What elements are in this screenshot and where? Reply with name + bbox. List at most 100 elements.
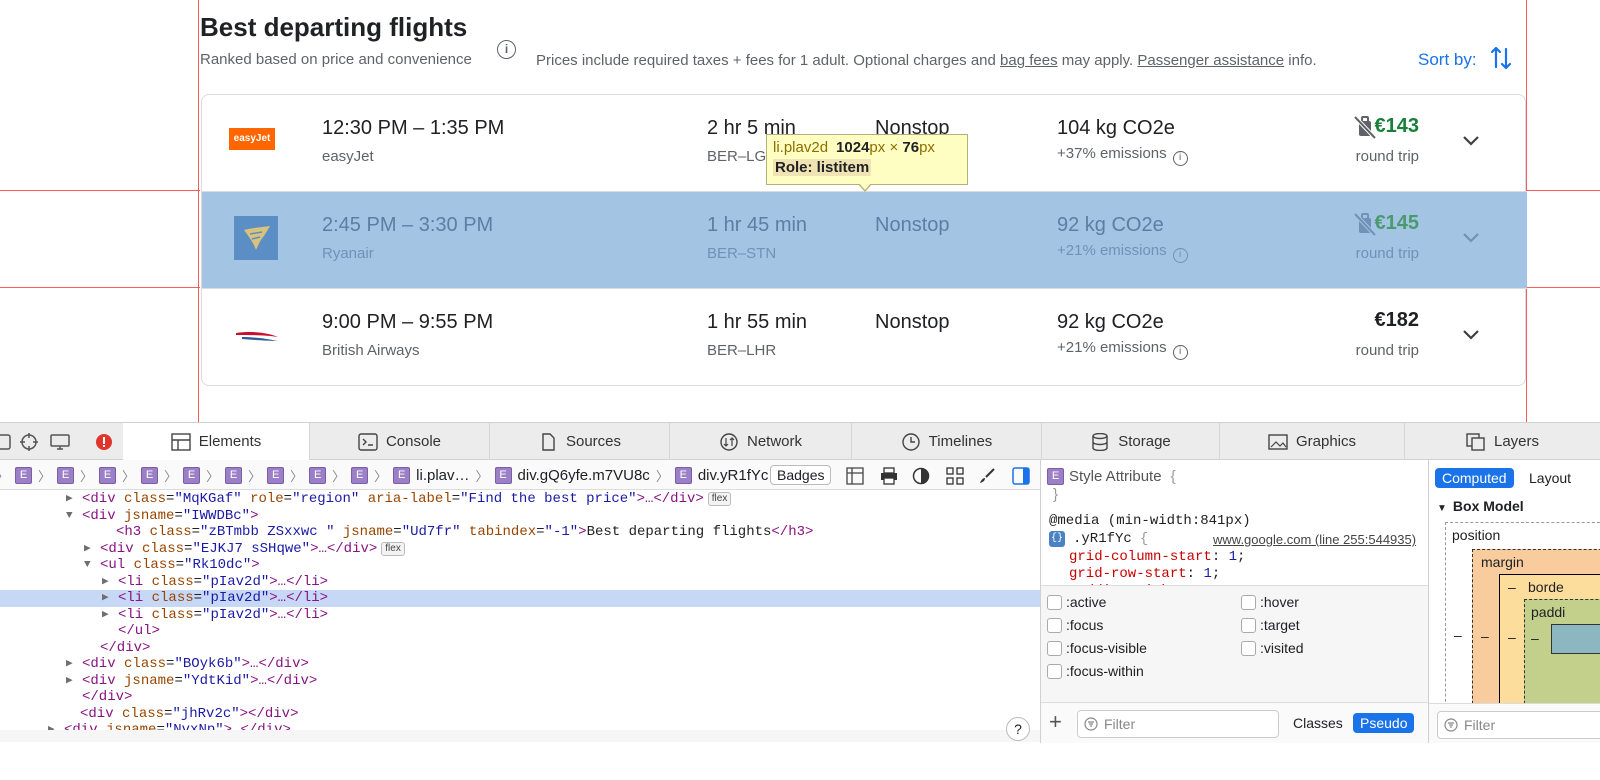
pseudo-class-checkbox[interactable]: :target bbox=[1241, 617, 1300, 633]
appearance-icon[interactable] bbox=[912, 467, 930, 485]
tab-network[interactable]: Network bbox=[670, 423, 852, 460]
print-icon[interactable] bbox=[880, 467, 898, 485]
tab-layout[interactable]: Layout bbox=[1529, 470, 1571, 486]
disclosure-triangle-icon[interactable]: ▶ bbox=[66, 673, 73, 690]
tab-label: Console bbox=[385, 433, 442, 450]
disclosure-triangle-icon[interactable]: ▶ bbox=[66, 656, 73, 673]
tab-sources[interactable]: Sources bbox=[490, 423, 670, 460]
chevron-down-icon[interactable] bbox=[1460, 129, 1482, 151]
disclosure-triangle-icon[interactable]: ▶ bbox=[102, 590, 109, 607]
dom-node[interactable]: ▼ <div jsname="IWWDBc"> bbox=[0, 508, 1040, 525]
info-icon[interactable]: i bbox=[497, 40, 516, 59]
sort-arrows-icon[interactable] bbox=[1490, 45, 1512, 71]
element-badge-icon[interactable]: E bbox=[351, 467, 369, 484]
element-badge-icon[interactable]: E bbox=[267, 467, 285, 484]
dom-node-selected[interactable]: ▶ <li class="pIav2d">…</li> bbox=[0, 590, 1040, 607]
computed-filter-input[interactable]: Filter bbox=[1437, 711, 1600, 739]
tooltip-class: li.plav2d bbox=[773, 139, 829, 156]
flight-row-highlighted[interactable]: 2:45 PM – 3:30 PM Ryanair 1 hr 45 min BE… bbox=[202, 192, 1527, 289]
disclosure-triangle-icon[interactable]: ▶ bbox=[66, 491, 73, 508]
paintbrush-icon[interactable] bbox=[978, 467, 996, 485]
emissions-label: +37% emissions bbox=[1057, 145, 1167, 162]
classes-button[interactable]: Classes bbox=[1293, 715, 1343, 731]
device-icon[interactable] bbox=[50, 432, 70, 452]
dom-node[interactable]: </div> bbox=[0, 689, 1040, 706]
disclosure-triangle-icon[interactable]: ▶ bbox=[48, 722, 55, 730]
dock-icon[interactable] bbox=[0, 432, 14, 452]
disclosure-triangle-icon[interactable]: ▶ bbox=[102, 607, 109, 624]
bag-fees-link[interactable]: bag fees bbox=[1000, 52, 1058, 69]
sort-by-button[interactable]: Sort by: bbox=[1418, 50, 1477, 70]
tab-timelines[interactable]: Timelines bbox=[852, 423, 1042, 460]
css-source-link[interactable]: www.google.com (line 255:544935) bbox=[1213, 532, 1416, 547]
element-badge-icon[interactable]: E bbox=[309, 467, 327, 484]
element-badge-icon[interactable]: E bbox=[15, 467, 33, 484]
dom-tree[interactable]: ▶ <div class="MqKGaf" role="region" aria-… bbox=[0, 490, 1040, 730]
element-badge-icon[interactable]: E bbox=[393, 467, 411, 484]
css-property[interactable]: grid-column-start: 1; bbox=[1069, 549, 1245, 565]
dom-node[interactable]: ▶ <div class="MqKGaf" role="region" aria-… bbox=[0, 491, 1040, 508]
grid-overlay-icon[interactable] bbox=[846, 467, 864, 485]
tab-layers[interactable]: Layers bbox=[1405, 423, 1600, 460]
css-selector[interactable]: .yR1fYc bbox=[1073, 531, 1132, 547]
pseudo-class-checkbox[interactable]: :active bbox=[1047, 594, 1106, 610]
pseudo-button[interactable]: Pseudo bbox=[1353, 713, 1415, 733]
emissions-info-icon[interactable]: i bbox=[1172, 248, 1188, 263]
emissions-text: +21% emissions i bbox=[1057, 339, 1188, 360]
dom-node[interactable]: </div> bbox=[0, 640, 1040, 657]
dom-node[interactable]: <div class="jhRv2c"></div> bbox=[0, 706, 1040, 723]
dom-node[interactable]: ▶ <div jsname="NvxNp">…</div> bbox=[0, 722, 1040, 730]
element-badge-icon[interactable]: E bbox=[183, 467, 201, 484]
dom-node[interactable]: ▶ <div class="EJKJ7 sSHqwe">…</div> flex bbox=[0, 541, 1040, 558]
tab-computed[interactable]: Computed bbox=[1435, 468, 1514, 488]
chevron-down-icon[interactable] bbox=[1460, 323, 1482, 345]
element-badge-icon[interactable]: E bbox=[57, 467, 75, 484]
element-badge-icon[interactable]: E bbox=[225, 467, 243, 484]
chevron-down-icon[interactable] bbox=[1460, 226, 1482, 248]
disclosure-triangle-icon[interactable]: ▶ bbox=[102, 574, 109, 591]
tooltip-times: × bbox=[889, 139, 899, 156]
dom-node[interactable]: ▼ <ul class="Rk10dc"> bbox=[0, 557, 1040, 574]
sidebar-toggle-icon[interactable] bbox=[1012, 467, 1030, 485]
pseudo-class-checkbox[interactable]: :focus-visible bbox=[1047, 640, 1147, 656]
breadcrumb-item[interactable]: li.plav… bbox=[416, 467, 469, 484]
pseudo-class-checkbox[interactable]: :visited bbox=[1241, 640, 1304, 656]
pseudo-class-checkbox[interactable]: :focus-within bbox=[1047, 663, 1144, 679]
tab-elements[interactable]: Elements bbox=[123, 423, 310, 460]
error-icon[interactable] bbox=[94, 432, 114, 452]
badges-button[interactable]: Badges bbox=[770, 465, 832, 485]
breadcrumb-item[interactable]: div.yR1fYc bbox=[698, 467, 769, 484]
tab-storage[interactable]: Storage bbox=[1042, 423, 1220, 460]
emissions-info-icon[interactable]: i bbox=[1172, 151, 1188, 166]
dom-node[interactable]: </ul> bbox=[0, 623, 1040, 640]
crosshair-icon[interactable] bbox=[19, 432, 39, 452]
flight-row[interactable]: 9:00 PM – 9:55 PM British Airways 1 hr 5… bbox=[202, 289, 1527, 386]
pseudo-class-checkbox[interactable]: :hover bbox=[1241, 594, 1299, 610]
add-rule-icon[interactable]: + bbox=[1049, 709, 1062, 735]
element-inspector-tooltip: li.plav2d 1024px × 76px Role: listitem bbox=[766, 134, 968, 185]
disclosure-triangle-icon[interactable]: ▼ bbox=[1437, 503, 1447, 514]
tab-console[interactable]: Console bbox=[310, 423, 490, 460]
emissions-info-icon[interactable]: i bbox=[1172, 345, 1188, 360]
dom-node[interactable]: ▶ <li class="pIav2d">…</li> bbox=[0, 574, 1040, 591]
breadcrumb-item[interactable]: div.gQ6yfe.m7VU8c bbox=[518, 467, 650, 484]
disclosure-triangle-icon[interactable]: ▼ bbox=[84, 557, 91, 574]
layout-grid-icon[interactable] bbox=[946, 467, 964, 485]
tab-label: Network bbox=[746, 433, 802, 450]
dom-node[interactable]: ▶ <div class="BOyk6b">…</div> bbox=[0, 656, 1040, 673]
disclosure-triangle-icon[interactable]: ▼ bbox=[66, 508, 73, 525]
tab-graphics[interactable]: Graphics bbox=[1220, 423, 1405, 460]
dom-node[interactable]: ▶ <div jsname="YdtKid">…</div> bbox=[0, 673, 1040, 690]
flight-route: BER–LHR bbox=[707, 342, 777, 359]
styles-filter-input[interactable]: Filter bbox=[1077, 710, 1279, 738]
help-button[interactable]: ? bbox=[1006, 717, 1030, 741]
pseudo-class-checkbox[interactable]: :focus bbox=[1047, 617, 1103, 633]
element-badge-icon[interactable]: E bbox=[99, 467, 117, 484]
element-badge-icon[interactable]: E bbox=[141, 467, 159, 484]
dom-node[interactable]: ▶ <li class="pIav2d">…</li> bbox=[0, 607, 1040, 624]
disclosure-triangle-icon[interactable]: ▶ bbox=[84, 541, 91, 558]
tooltip-unit: px bbox=[919, 139, 935, 156]
css-property[interactable]: grid-row-start: 1; bbox=[1069, 566, 1220, 582]
passenger-assistance-link[interactable]: Passenger assistance bbox=[1137, 52, 1284, 69]
dom-node[interactable]: <h3 class="zBTmbb ZSxxwc " jsname="Ud7fr… bbox=[0, 524, 1040, 541]
